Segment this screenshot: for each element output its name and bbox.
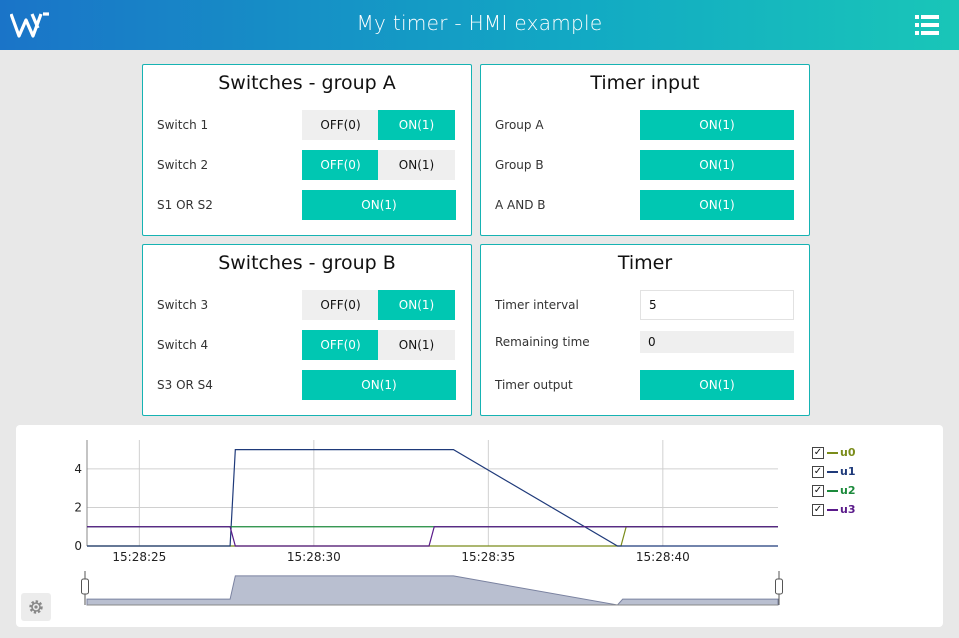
- checkbox-u0[interactable]: ✓: [812, 446, 824, 459]
- chart-legend: ✓ u0 ✓ u1 ✓ u2 ✓ u3: [812, 443, 856, 519]
- a-and-b-label: A AND B: [495, 198, 546, 212]
- s1-or-s2-label: S1 OR S2: [157, 198, 213, 212]
- gear-icon[interactable]: [21, 593, 51, 621]
- card-title: Switches - group B: [218, 252, 396, 274]
- legend-swatch-u3: [827, 508, 838, 511]
- checkbox-u2[interactable]: ✓: [812, 484, 824, 497]
- timer-input-card: Timer input Group A ON(1) Group B ON(1) …: [480, 64, 810, 236]
- switch3-on-button[interactable]: ON(1): [378, 290, 455, 320]
- legend-item-u3[interactable]: ✓ u3: [812, 500, 856, 519]
- timer-output-indicator: ON(1): [640, 370, 794, 400]
- s1-or-s2-indicator: ON(1): [302, 190, 456, 220]
- switches-group-a-card: Switches - group A Switch 1 OFF(0) ON(1)…: [142, 64, 472, 236]
- s3-or-s4-indicator: ON(1): [302, 370, 456, 400]
- timer-card: Timer Timer interval Remaining time 0 Ti…: [480, 244, 810, 416]
- checkbox-u1[interactable]: ✓: [812, 465, 824, 478]
- a-and-b-indicator: ON(1): [640, 190, 794, 220]
- group-b-label: Group B: [495, 158, 544, 172]
- timer-interval-label: Timer interval: [495, 298, 579, 312]
- page-title: My timer - HMI example: [356, 11, 603, 35]
- switch1-on-button[interactable]: ON(1): [378, 110, 455, 140]
- s3-or-s4-label: S3 OR S4: [157, 378, 213, 392]
- legend-label-u0: u0: [840, 446, 856, 459]
- card-title: Switches - group A: [218, 72, 396, 94]
- switch1-off-button[interactable]: OFF(0): [302, 110, 379, 140]
- legend-item-u1[interactable]: ✓ u1: [812, 462, 856, 481]
- legend-item-u0[interactable]: ✓ u0: [812, 443, 856, 462]
- group-b-indicator: ON(1): [640, 150, 794, 180]
- legend-item-u2[interactable]: ✓ u2: [812, 481, 856, 500]
- timer-output-label: Timer output: [495, 378, 573, 392]
- legend-label-u2: u2: [840, 484, 856, 497]
- group-a-indicator: ON(1): [640, 110, 794, 140]
- switch3-off-button[interactable]: OFF(0): [302, 290, 379, 320]
- switch1-label: Switch 1: [157, 118, 209, 132]
- timer-interval-input[interactable]: [640, 290, 794, 320]
- switch4-off-button[interactable]: OFF(0): [302, 330, 379, 360]
- card-title: Timer: [617, 252, 673, 274]
- switch2-label: Switch 2: [157, 158, 209, 172]
- group-a-label: Group A: [495, 118, 544, 132]
- legend-swatch-u2: [827, 489, 838, 492]
- switch4-on-button[interactable]: ON(1): [378, 330, 455, 360]
- legend-label-u1: u1: [840, 465, 856, 478]
- switch3-label: Switch 3: [157, 298, 209, 312]
- legend-label-u3: u3: [840, 503, 856, 516]
- switch2-on-button[interactable]: ON(1): [378, 150, 455, 180]
- app-header: My timer - HMI example: [0, 0, 959, 50]
- switch2-off-button[interactable]: OFF(0): [302, 150, 379, 180]
- trend-chart-panel: [16, 425, 943, 627]
- legend-swatch-u0: [827, 451, 838, 454]
- switch4-label: Switch 4: [157, 338, 209, 352]
- list-menu-icon[interactable]: [915, 14, 939, 36]
- card-title: Timer input: [590, 72, 700, 94]
- remaining-time-value: 0: [640, 331, 794, 353]
- legend-swatch-u1: [827, 470, 838, 473]
- switches-group-b-card: Switches - group B Switch 3 OFF(0) ON(1)…: [142, 244, 472, 416]
- checkbox-u3[interactable]: ✓: [812, 503, 824, 516]
- remaining-time-label: Remaining time: [495, 335, 590, 349]
